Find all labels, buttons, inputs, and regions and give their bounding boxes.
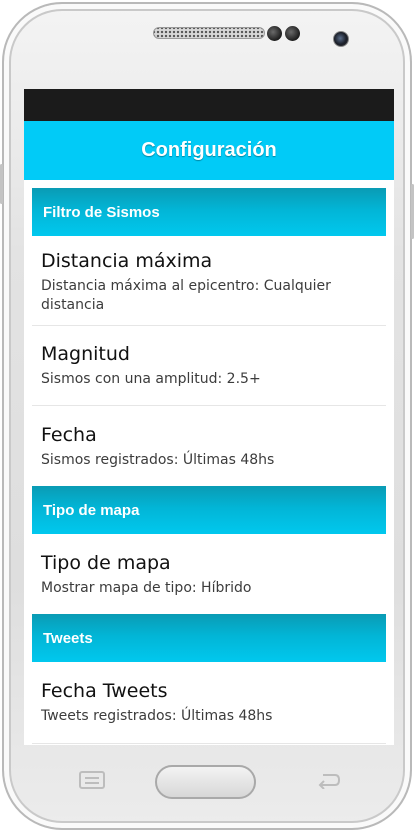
pref-summary: Tweets registrados: Últimas 48hs bbox=[41, 708, 273, 724]
pref-distancia-maxima[interactable]: Distancia máxima Distancia máxima al epi… bbox=[32, 236, 386, 326]
screen: Configuración Filtro de Sismos Distancia… bbox=[24, 89, 394, 745]
category-tipo-de-mapa: Tipo de mapa bbox=[32, 486, 386, 534]
power-button bbox=[411, 184, 414, 239]
category-filtro-de-sismos: Filtro de Sismos bbox=[32, 188, 386, 236]
page-title: Configuración bbox=[141, 139, 277, 161]
pref-magnitud[interactable]: Magnitud Sismos con una amplitud: 2.5+ bbox=[32, 326, 386, 406]
pref-tipo-de-mapa[interactable]: Tipo de mapa Mostrar mapa de tipo: Híbri… bbox=[32, 534, 386, 614]
back-icon[interactable] bbox=[315, 771, 341, 789]
pref-title: Fecha bbox=[41, 424, 97, 446]
pref-fecha-tweets[interactable]: Fecha Tweets Tweets registrados: Últimas… bbox=[32, 662, 386, 744]
pref-summary: Sismos registrados: Últimas 48hs bbox=[41, 452, 275, 468]
light-sensor bbox=[285, 26, 300, 41]
pref-summary: Mostrar mapa de tipo: Híbrido bbox=[41, 580, 252, 596]
front-camera bbox=[333, 31, 349, 47]
menu-icon[interactable] bbox=[79, 771, 105, 789]
pref-title: Fecha Tweets bbox=[41, 680, 168, 702]
home-button[interactable] bbox=[155, 765, 256, 799]
pref-summary: Distancia máxima al epicentro: Cualquier… bbox=[41, 278, 331, 313]
pref-fecha[interactable]: Fecha Sismos registrados: Últimas 48hs bbox=[32, 406, 386, 486]
preferences-list: Filtro de Sismos Distancia máxima Distan… bbox=[24, 180, 394, 744]
pref-title: Tipo de mapa bbox=[41, 552, 171, 574]
earpiece-speaker bbox=[153, 27, 265, 39]
pref-title: Distancia máxima bbox=[41, 250, 213, 272]
status-bar bbox=[24, 89, 394, 121]
action-bar: Configuración bbox=[24, 121, 394, 180]
category-tweets: Tweets bbox=[32, 614, 386, 662]
pref-summary: Sismos con una amplitud: 2.5+ bbox=[41, 371, 261, 387]
pref-title: Magnitud bbox=[41, 343, 130, 365]
proximity-sensor bbox=[267, 26, 282, 41]
volume-button bbox=[0, 164, 3, 204]
